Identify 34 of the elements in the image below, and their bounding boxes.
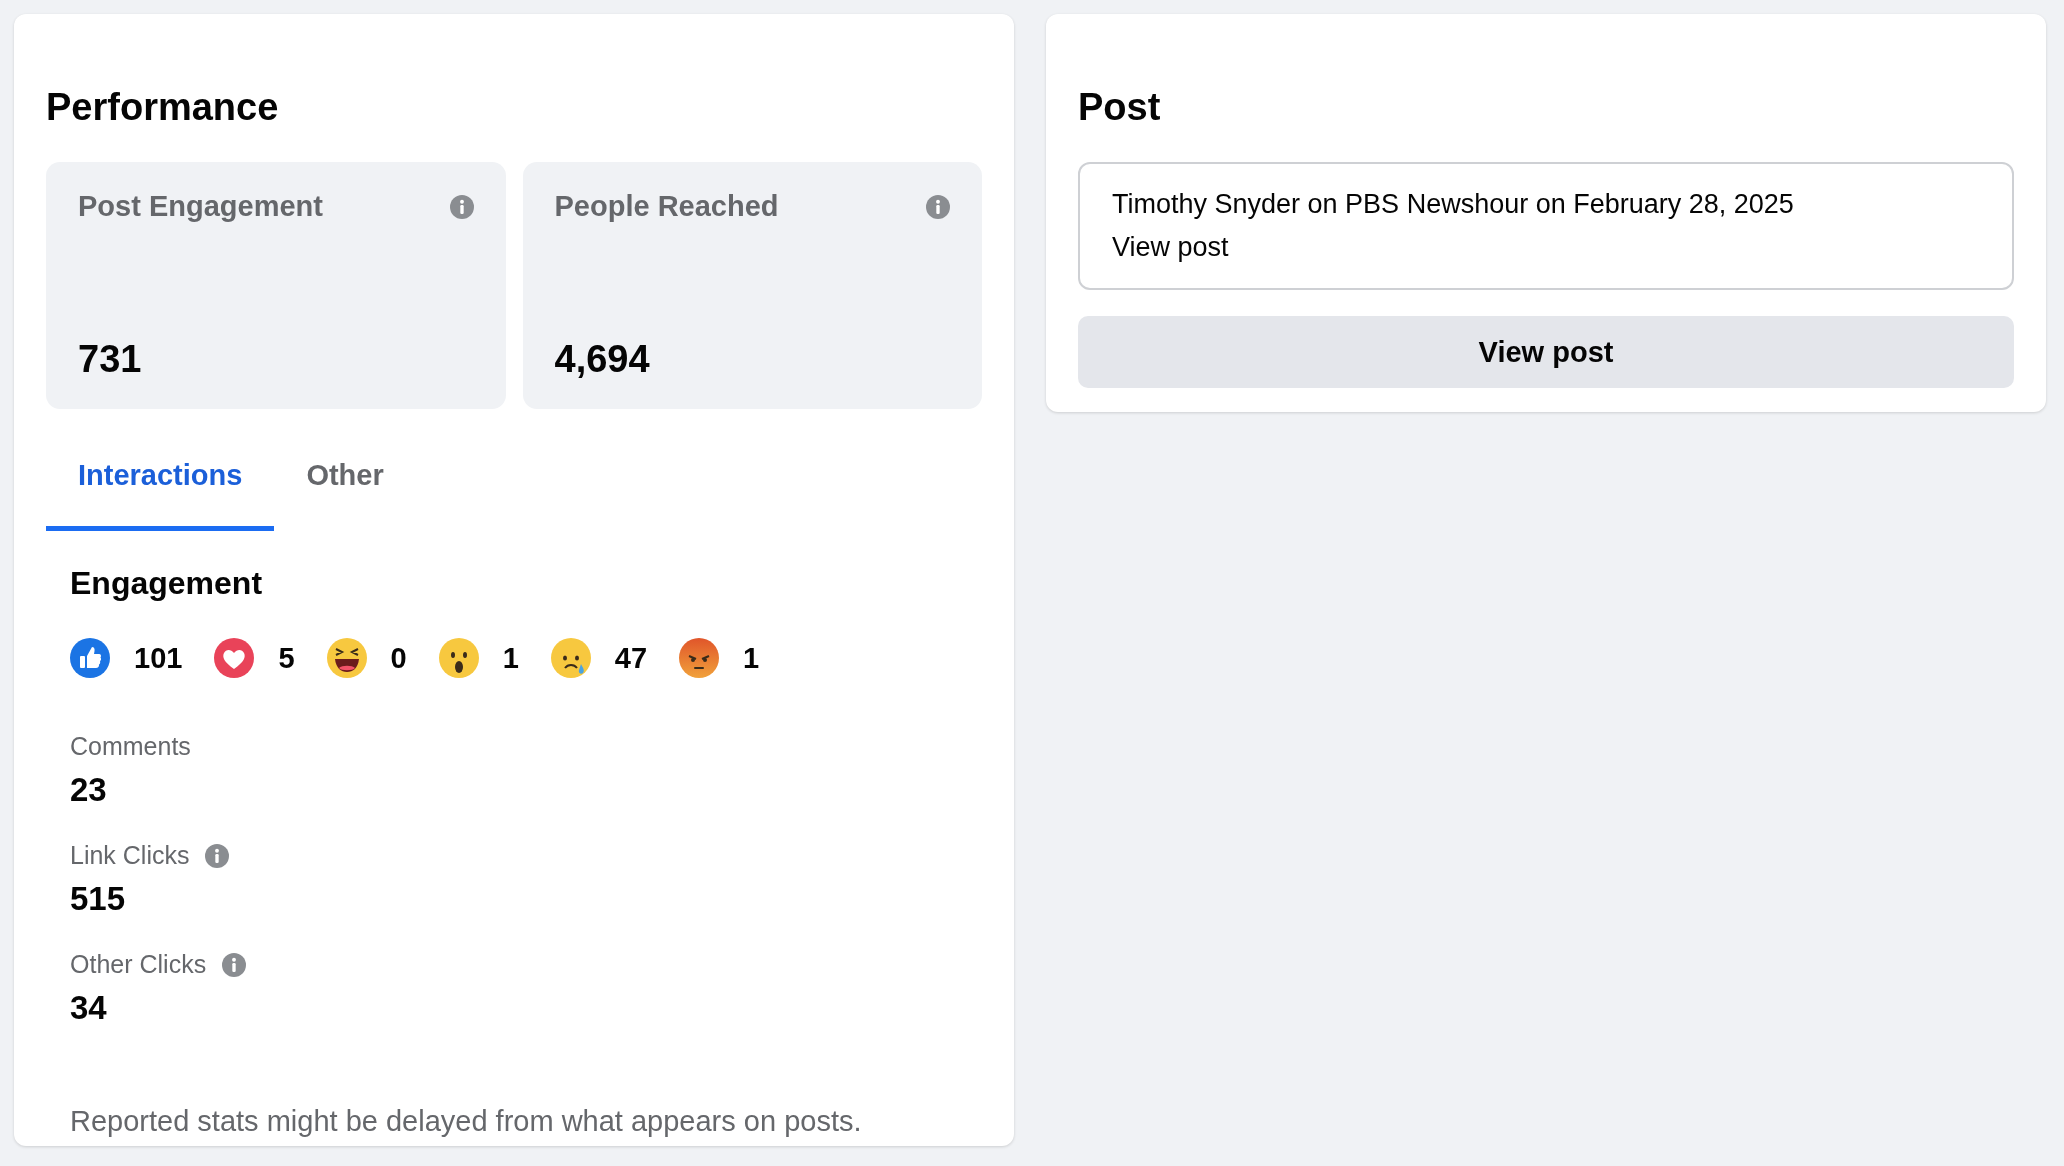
reaction-count: 1 — [743, 641, 760, 675]
reaction-count: 5 — [278, 641, 295, 675]
card-title: Performance — [46, 86, 280, 129]
metric-label: Post Engagement — [78, 190, 323, 223]
reaction-count: 0 — [390, 641, 407, 675]
stat-value: 515 — [70, 880, 127, 918]
info-icon[interactable] — [449, 194, 474, 219]
post-description: Timothy Snyder on PBS Newshour on February 28, 2025 — [1112, 189, 1795, 220]
stat-label: Link Clicks — [70, 841, 190, 870]
angry-face-icon — [679, 638, 720, 678]
footnote: Reported stats might be delayed from what appears on posts. — [70, 1105, 863, 1138]
surprised-face-icon — [438, 638, 479, 678]
view-post-link[interactable]: View post — [1112, 232, 1229, 263]
reaction-count: 47 — [614, 641, 648, 675]
tab[interactable]: Interactions — [46, 439, 275, 531]
reaction-count: 101 — [134, 641, 183, 675]
stat-label: Other Clicks — [70, 950, 207, 979]
stat-value: 34 — [70, 989, 108, 1027]
metric-value: 4,694 — [554, 338, 651, 381]
info-icon[interactable] — [926, 194, 950, 219]
info-icon[interactable] — [205, 843, 230, 868]
reaction-count: 1 — [502, 641, 519, 675]
thumbs-up-icon — [70, 638, 110, 678]
metric-label: People Reached — [554, 190, 779, 223]
section-heading: Engagement — [70, 565, 264, 602]
sad-face-icon — [550, 638, 591, 678]
card-title: Post — [1078, 86, 1162, 129]
view-post-button[interactable]: View post — [1078, 316, 2014, 388]
info-icon[interactable] — [222, 952, 247, 977]
stat-value: 23 — [70, 771, 108, 809]
tab[interactable]: Other — [274, 439, 416, 531]
metric-value: 731 — [78, 338, 143, 381]
laughing-face-icon — [326, 638, 367, 678]
stat-label: Comments — [70, 732, 191, 761]
